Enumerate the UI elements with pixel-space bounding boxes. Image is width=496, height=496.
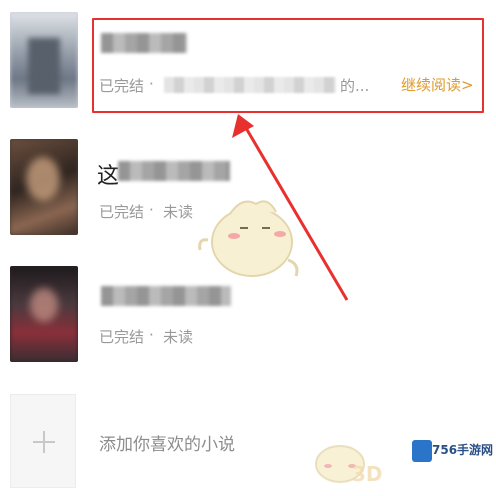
book-separator-3: ·: [149, 326, 154, 344]
watermark-3d-text: 3D: [352, 462, 383, 486]
cover-3-face: [30, 288, 58, 322]
add-novel-button[interactable]: [10, 394, 76, 488]
book-separator-2: ·: [149, 201, 154, 219]
mascot-sticker: [198, 200, 299, 277]
plus-icon-vertical: [43, 431, 45, 453]
annotation-highlight-box: [92, 18, 484, 113]
book-progress-3: 未读: [163, 328, 194, 346]
book-status-3: 已完结: [99, 328, 145, 346]
book-cover-2[interactable]: [10, 139, 78, 235]
site-logo-badge: [412, 440, 432, 462]
book-cover-3[interactable]: [10, 266, 78, 362]
add-novel-label[interactable]: 添加你喜欢的小说: [99, 430, 235, 455]
book-cover-1[interactable]: [10, 12, 78, 108]
book-title-char-2: 这: [97, 164, 120, 189]
book-progress-2: 未读: [163, 203, 194, 221]
site-watermark-text: 756手游网: [432, 443, 494, 457]
book-title-2: [118, 161, 230, 181]
cover-1-figure: [28, 38, 60, 94]
book-status-2: 已完结: [99, 203, 145, 221]
cover-2-face: [26, 157, 60, 201]
